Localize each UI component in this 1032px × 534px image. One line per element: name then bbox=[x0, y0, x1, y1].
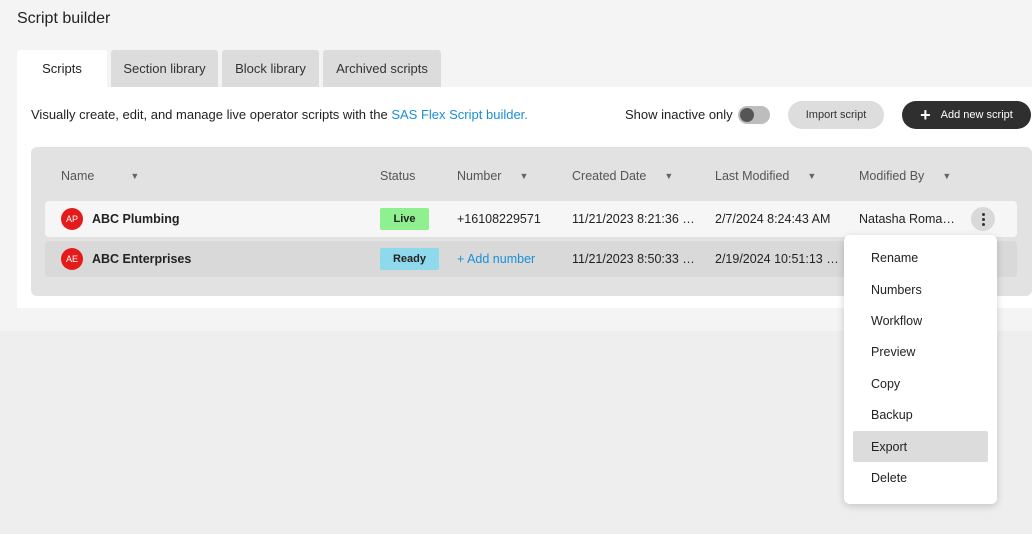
tab-scripts[interactable]: Scripts bbox=[17, 50, 107, 87]
show-inactive-toggle[interactable] bbox=[738, 106, 770, 124]
status-badge: Ready bbox=[380, 248, 439, 270]
description: Visually create, edit, and manage live o… bbox=[31, 107, 528, 122]
import-script-button[interactable]: Import script bbox=[788, 101, 884, 129]
page-title: Script builder bbox=[17, 10, 111, 27]
column-header-label: Modified By bbox=[859, 169, 925, 183]
context-menu: Rename Numbers Workflow Preview Copy Bac… bbox=[844, 235, 997, 504]
created-date: 11/21/2023 8:21:36 … bbox=[572, 212, 695, 226]
column-header-modified-by: Modified By ▼ bbox=[859, 169, 951, 183]
menu-item-copy[interactable]: Copy bbox=[853, 368, 988, 399]
column-header-label: Status bbox=[380, 169, 416, 183]
status-badge: Live bbox=[380, 208, 429, 230]
table-row[interactable]: AP ABC Plumbing Live +16108229571 11/21/… bbox=[45, 201, 1017, 237]
add-new-script-button[interactable]: + Add new script bbox=[902, 101, 1031, 129]
sas-flex-link[interactable]: SAS Flex Script builder. bbox=[391, 107, 528, 122]
column-header-name: Name ▼ bbox=[61, 169, 139, 183]
add-number-link[interactable]: + Add number bbox=[457, 241, 535, 277]
tab-block-library[interactable]: Block library bbox=[222, 50, 319, 87]
column-header-label: Number bbox=[457, 169, 502, 183]
column-header-label: Name bbox=[61, 169, 95, 183]
avatar: AP bbox=[61, 208, 83, 230]
toggle-knob bbox=[740, 108, 754, 122]
menu-item-rename[interactable]: Rename bbox=[853, 242, 988, 273]
sort-down-icon[interactable]: ▼ bbox=[130, 171, 139, 181]
column-header-label: Created Date bbox=[572, 169, 647, 183]
created-date: 11/21/2023 8:50:33 … bbox=[572, 252, 695, 266]
sort-down-icon[interactable]: ▼ bbox=[519, 171, 528, 181]
menu-item-delete[interactable]: Delete bbox=[853, 462, 988, 493]
menu-item-backup[interactable]: Backup bbox=[853, 399, 988, 430]
add-new-script-label: Add new script bbox=[940, 109, 1013, 121]
menu-item-numbers[interactable]: Numbers bbox=[853, 274, 988, 305]
column-header-label: Last Modified bbox=[715, 169, 790, 183]
plus-icon: + bbox=[920, 105, 931, 125]
description-text: Visually create, edit, and manage live o… bbox=[31, 107, 392, 122]
avatar: AE bbox=[61, 248, 83, 270]
sort-down-icon[interactable]: ▼ bbox=[807, 171, 816, 181]
more-options-button[interactable] bbox=[971, 207, 995, 231]
tab-archived-scripts[interactable]: Archived scripts bbox=[323, 50, 441, 87]
phone-number: +16108229571 bbox=[457, 212, 541, 226]
last-modified: 2/19/2024 10:51:13 … bbox=[715, 252, 839, 266]
kebab-icon bbox=[981, 212, 985, 226]
last-modified: 2/7/2024 8:24:43 AM bbox=[715, 212, 831, 226]
show-inactive-label: Show inactive only bbox=[625, 107, 733, 122]
menu-item-export[interactable]: Export bbox=[853, 431, 988, 462]
column-header-created: Created Date ▼ bbox=[572, 169, 673, 183]
sort-down-icon[interactable]: ▼ bbox=[942, 171, 951, 181]
column-header-number: Number ▼ bbox=[457, 169, 528, 183]
script-name[interactable]: ABC Enterprises bbox=[92, 241, 191, 277]
menu-item-preview[interactable]: Preview bbox=[853, 336, 988, 367]
modified-by: Natasha Roma… bbox=[859, 212, 955, 226]
sort-down-icon[interactable]: ▼ bbox=[664, 171, 673, 181]
script-name[interactable]: ABC Plumbing bbox=[92, 201, 180, 237]
column-header-modified: Last Modified ▼ bbox=[715, 169, 816, 183]
column-header-status: Status bbox=[380, 169, 415, 183]
tab-section-library[interactable]: Section library bbox=[111, 50, 218, 87]
menu-item-workflow[interactable]: Workflow bbox=[853, 305, 988, 336]
